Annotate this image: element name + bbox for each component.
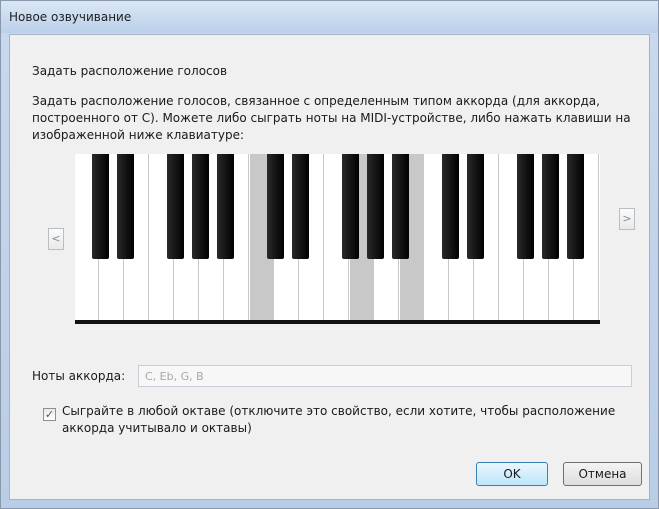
black-key[interactable] bbox=[367, 154, 384, 259]
black-key[interactable] bbox=[442, 154, 459, 259]
black-key[interactable] bbox=[517, 154, 534, 259]
black-key[interactable] bbox=[467, 154, 484, 259]
scroll-left-button[interactable]: < bbox=[48, 228, 64, 250]
black-key[interactable] bbox=[217, 154, 234, 259]
ok-button[interactable]: OK bbox=[476, 462, 548, 486]
any-octave-label-line-2: аккорда учитывало и октавы) bbox=[62, 421, 252, 435]
any-octave-label-line-1: Сыграйте в любой октаве (отключите это с… bbox=[62, 404, 616, 418]
any-octave-checkbox[interactable]: ✓ bbox=[43, 408, 56, 421]
black-key[interactable] bbox=[392, 154, 409, 259]
description-line-1: Задать расположение голосов, связанное с… bbox=[32, 94, 600, 108]
description-text: Задать расположение голосов, связанное с… bbox=[32, 93, 632, 144]
scroll-right-button[interactable]: > bbox=[619, 208, 635, 230]
black-key[interactable] bbox=[342, 154, 359, 259]
black-key[interactable] bbox=[292, 154, 309, 259]
chord-notes-field[interactable] bbox=[138, 365, 632, 387]
description-line-3: изображенной ниже клавиатуре: bbox=[32, 128, 245, 142]
black-key[interactable] bbox=[167, 154, 184, 259]
title-bar[interactable]: Новое озвучивание bbox=[1, 1, 658, 33]
description-line-2: построенного от C). Можете либо сыграть … bbox=[32, 111, 631, 125]
black-key[interactable] bbox=[117, 154, 134, 259]
black-key[interactable] bbox=[92, 154, 109, 259]
piano-keyboard[interactable] bbox=[75, 154, 600, 324]
black-key[interactable] bbox=[192, 154, 209, 259]
group-label: Задать расположение голосов bbox=[32, 64, 228, 78]
black-key[interactable] bbox=[542, 154, 559, 259]
cancel-button[interactable]: Отмена bbox=[563, 462, 642, 486]
black-key[interactable] bbox=[567, 154, 584, 259]
chord-notes-label: Ноты аккорда: bbox=[32, 369, 126, 383]
window-title: Новое озвучивание bbox=[9, 10, 132, 24]
keyboard-base bbox=[75, 320, 600, 324]
any-octave-label: Сыграйте в любой октаве (отключите это с… bbox=[62, 403, 622, 437]
black-key[interactable] bbox=[267, 154, 284, 259]
